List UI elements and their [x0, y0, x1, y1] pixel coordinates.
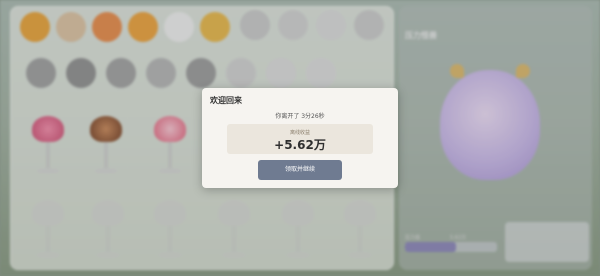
welcome-back-dialog: 欢迎回来 你离开了 3分26秒 离线收益 +5.62万 领取并继续 [202, 88, 398, 188]
earnings-label: 离线收益 [289, 130, 310, 136]
offline-earnings-box: 离线收益 +5.62万 [227, 124, 373, 154]
dialog-title: 欢迎回来 [210, 96, 242, 105]
claim-and-continue-button[interactable]: 领取并继续 [258, 160, 342, 180]
away-time-text: 你离开了 3分26秒 [275, 113, 325, 120]
earnings-value: +5.62万 [274, 138, 326, 152]
